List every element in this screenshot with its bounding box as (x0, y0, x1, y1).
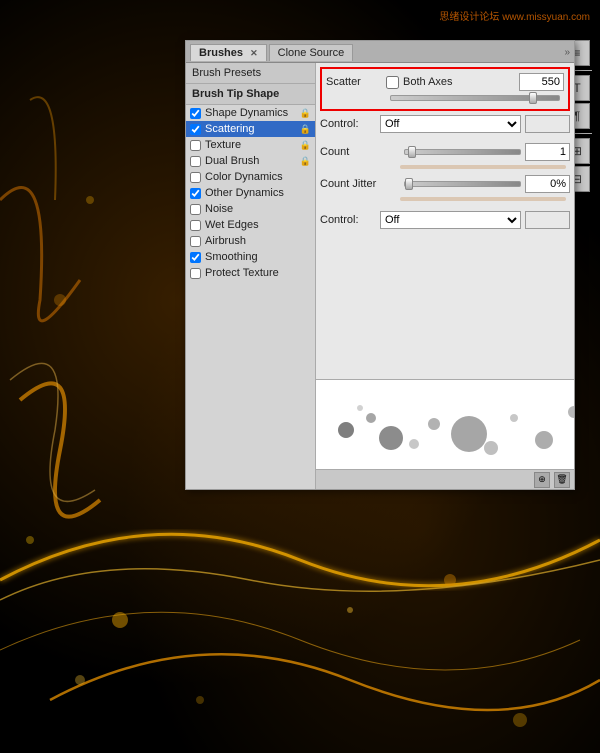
delete-brush-btn[interactable]: 🗑 (554, 472, 570, 488)
other-dynamics-checkbox[interactable] (190, 188, 201, 199)
count-jitter-label: Count Jitter (320, 178, 400, 190)
count-jitter-input[interactable] (525, 175, 570, 193)
scatter-section: Scatter Both Axes (320, 67, 570, 111)
scattering-lock: 🔒 (300, 124, 311, 135)
tab-brushes-close[interactable]: ✕ (250, 48, 258, 58)
panel-content: Brush Presets Brush Tip Shape Shape Dyna… (186, 63, 574, 489)
texture-checkbox[interactable] (190, 140, 201, 151)
dual-brush-lock: 🔒 (300, 156, 311, 167)
count-jitter-thumb[interactable] (405, 178, 413, 190)
brush-list: Shape Dynamics 🔒 Scattering 🔒 Texture 🔒 (186, 105, 315, 489)
shape-dynamics-lock: 🔒 (300, 108, 311, 119)
brush-item-other-dynamics[interactable]: Other Dynamics (186, 185, 315, 201)
tab-clone-source-label: Clone Source (278, 47, 345, 59)
brush-item-protect-texture[interactable]: Protect Texture (186, 265, 315, 281)
control1-label: Control: (320, 118, 380, 130)
brush-item-smoothing[interactable]: Smoothing (186, 249, 315, 265)
count-sub-indicator (400, 165, 566, 169)
dual-brush-checkbox[interactable] (190, 156, 201, 167)
brush-item-texture[interactable]: Texture 🔒 (186, 137, 315, 153)
noise-checkbox[interactable] (190, 204, 201, 215)
brush-item-color-dynamics[interactable]: Color Dynamics (186, 169, 315, 185)
scattering-checkbox[interactable] (190, 124, 201, 135)
noise-label: Noise (205, 203, 233, 215)
tab-brushes-label: Brushes (199, 47, 243, 59)
panel-tabs: Brushes ✕ Clone Source » (186, 41, 574, 63)
panel-arrows[interactable]: » (564, 47, 570, 58)
count-slider-thumb[interactable] (408, 146, 416, 158)
control2-row: Control: Off Fade Pen Pressure Pen Tilt … (316, 211, 574, 229)
control2-select[interactable]: Off Fade Pen Pressure Pen Tilt Stylus Wh… (380, 211, 521, 229)
brush-sidebar: Brush Presets Brush Tip Shape Shape Dyna… (186, 63, 316, 489)
brush-item-dual-brush[interactable]: Dual Brush 🔒 (186, 153, 315, 169)
create-new-brush-btn[interactable]: ⊕ (534, 472, 550, 488)
both-axes-label: Both Axes (386, 76, 519, 89)
brush-preview (316, 379, 574, 469)
count-value-input[interactable] (525, 143, 570, 161)
count-row: Count (320, 143, 570, 161)
texture-lock: 🔒 (300, 140, 311, 151)
brush-item-wet-edges[interactable]: Wet Edges (186, 217, 315, 233)
color-dynamics-label: Color Dynamics (205, 171, 283, 183)
count-section: Count Count Jitter (316, 139, 574, 211)
shape-dynamics-label: Shape Dynamics (205, 107, 288, 119)
scatter-settings-panel: Scatter Both Axes Control: (316, 63, 574, 489)
scatter-row: Scatter Both Axes (326, 73, 564, 91)
wet-edges-checkbox[interactable] (190, 220, 201, 231)
smoothing-checkbox[interactable] (190, 252, 201, 263)
both-axes-checkbox[interactable] (386, 76, 399, 89)
airbrush-label: Airbrush (205, 235, 246, 247)
scatter-label: Scatter (326, 76, 386, 88)
count-label: Count (320, 146, 400, 158)
preview-svg (316, 380, 574, 469)
control2-value-box (525, 211, 570, 229)
scatter-slider-thumb[interactable] (529, 92, 537, 104)
protect-texture-checkbox[interactable] (190, 268, 201, 279)
control1-select[interactable]: Off Fade Pen Pressure Pen Tilt Stylus Wh… (380, 115, 521, 133)
scattering-label: Scattering (205, 123, 255, 135)
watermark: 思绪设计论坛 www.missyuan.com (439, 8, 590, 23)
color-dynamics-checkbox[interactable] (190, 172, 201, 183)
scatter-slider-row (326, 95, 564, 101)
panel-bottom-toolbar: ⊕ 🗑 (316, 469, 574, 489)
scatter-slider-track[interactable] (390, 95, 560, 101)
count-jitter-sub-indicator (400, 197, 566, 201)
texture-label: Texture (205, 139, 241, 151)
brush-item-noise[interactable]: Noise (186, 201, 315, 217)
dual-brush-label: Dual Brush (205, 155, 259, 167)
control1-row: Control: Off Fade Pen Pressure Pen Tilt … (316, 115, 574, 133)
tab-clone-source[interactable]: Clone Source (269, 44, 354, 61)
protect-texture-label: Protect Texture (205, 267, 279, 279)
wet-edges-label: Wet Edges (205, 219, 259, 231)
brush-item-scattering[interactable]: Scattering 🔒 (186, 121, 315, 137)
smoothing-label: Smoothing (205, 251, 258, 263)
other-dynamics-label: Other Dynamics (205, 187, 284, 199)
control1-value-box (525, 115, 570, 133)
count-jitter-row: Count Jitter (320, 175, 570, 193)
brush-presets-header[interactable]: Brush Presets (186, 63, 315, 84)
control2-label: Control: (320, 214, 380, 226)
brush-item-shape-dynamics[interactable]: Shape Dynamics 🔒 (186, 105, 315, 121)
brush-tip-shape-header: Brush Tip Shape (186, 84, 315, 105)
shape-dynamics-checkbox[interactable] (190, 108, 201, 119)
tab-brushes[interactable]: Brushes ✕ (190, 44, 267, 61)
brush-item-airbrush[interactable]: Airbrush (186, 233, 315, 249)
brushes-panel: Brushes ✕ Clone Source » Brush Presets B… (185, 40, 575, 490)
both-axes-text: Both Axes (403, 76, 453, 88)
airbrush-checkbox[interactable] (190, 236, 201, 247)
scatter-value-input[interactable] (519, 73, 564, 91)
